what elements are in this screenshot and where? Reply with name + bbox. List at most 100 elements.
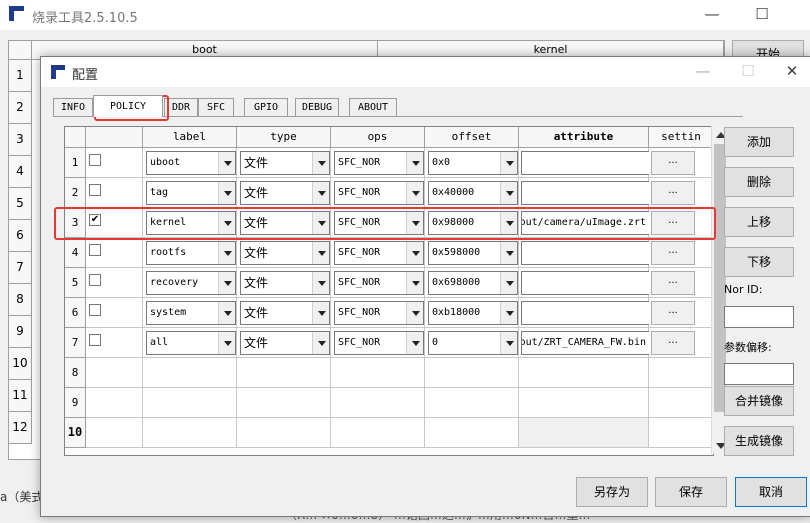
dialog-close-icon[interactable]: ✕: [773, 59, 810, 83]
setting-button[interactable]: ...: [651, 301, 695, 325]
chevron-down-icon[interactable]: [312, 302, 329, 324]
setting-button[interactable]: ...: [651, 211, 695, 235]
setting-button[interactable]: ...: [651, 181, 695, 205]
tab-debug[interactable]: DEBUG: [295, 98, 339, 117]
empty-cell[interactable]: [143, 418, 237, 448]
ops-combobox[interactable]: SFC_NOR: [334, 211, 424, 235]
chevron-down-icon[interactable]: [500, 212, 517, 234]
empty-cell[interactable]: [649, 388, 713, 418]
chevron-down-icon[interactable]: [218, 242, 235, 264]
chevron-down-icon[interactable]: [312, 182, 329, 204]
empty-cell[interactable]: [237, 358, 331, 388]
chevron-down-icon[interactable]: [500, 332, 517, 354]
empty-cell[interactable]: [425, 358, 519, 388]
empty-cell[interactable]: [237, 388, 331, 418]
move-up-button[interactable]: 上移: [724, 207, 794, 237]
dialog-minimize-icon[interactable]: —: [683, 59, 723, 83]
empty-cell[interactable]: [237, 418, 331, 448]
chevron-down-icon[interactable]: [500, 152, 517, 174]
offset-combobox[interactable]: 0x40000: [428, 181, 518, 205]
ops-combobox[interactable]: SFC_NOR: [334, 331, 424, 355]
row-checkbox[interactable]: [89, 274, 101, 286]
chevron-down-icon[interactable]: [500, 302, 517, 324]
chevron-down-icon[interactable]: [218, 272, 235, 294]
row-checkbox[interactable]: [89, 154, 101, 166]
chevron-down-icon[interactable]: [218, 182, 235, 204]
chevron-down-icon[interactable]: [218, 152, 235, 174]
tab-gpio[interactable]: GPIO: [244, 98, 288, 117]
label-combobox[interactable]: uboot: [146, 151, 236, 175]
chevron-down-icon[interactable]: [312, 272, 329, 294]
row-checkbox[interactable]: [89, 184, 101, 196]
chevron-down-icon[interactable]: [406, 302, 423, 324]
move-down-button[interactable]: 下移: [724, 247, 794, 277]
setting-button[interactable]: ...: [651, 271, 695, 295]
chevron-down-icon[interactable]: [406, 242, 423, 264]
add-button[interactable]: 添加: [724, 127, 794, 157]
setting-button[interactable]: ...: [651, 241, 695, 265]
empty-cell[interactable]: [649, 418, 713, 448]
type-combobox[interactable]: 文件: [240, 331, 330, 355]
attribute-field[interactable]: [521, 241, 650, 265]
offset-combobox[interactable]: 0: [428, 331, 518, 355]
chevron-down-icon[interactable]: [500, 182, 517, 204]
row-checkbox[interactable]: [89, 304, 101, 316]
empty-cell[interactable]: [519, 358, 649, 388]
ops-combobox[interactable]: SFC_NOR: [334, 271, 424, 295]
offset-combobox[interactable]: 0xb18000: [428, 301, 518, 325]
empty-cell[interactable]: [143, 388, 237, 418]
chevron-down-icon[interactable]: [406, 152, 423, 174]
empty-cell[interactable]: [425, 418, 519, 448]
attribute-field[interactable]: out/ZRT_CAMERA_FW.bin: [521, 331, 650, 355]
label-combobox[interactable]: system: [146, 301, 236, 325]
label-combobox[interactable]: kernel: [146, 211, 236, 235]
tab-ddr[interactable]: DDR: [164, 98, 198, 117]
attribute-field[interactable]: out/camera/uImage.zrt: [521, 211, 650, 235]
tab-about[interactable]: ABOUT: [349, 98, 397, 117]
merge-image-button[interactable]: 合并镜像: [724, 386, 794, 416]
empty-cell[interactable]: [425, 388, 519, 418]
chevron-down-icon[interactable]: [218, 302, 235, 324]
maximize-icon[interactable]: ☐: [742, 2, 782, 26]
type-combobox[interactable]: 文件: [240, 301, 330, 325]
generate-image-button[interactable]: 生成镜像: [724, 426, 794, 456]
type-combobox[interactable]: 文件: [240, 271, 330, 295]
ops-combobox[interactable]: SFC_NOR: [334, 241, 424, 265]
empty-cell[interactable]: [331, 418, 425, 448]
chevron-down-icon[interactable]: [406, 332, 423, 354]
chevron-down-icon[interactable]: [312, 242, 329, 264]
chevron-down-icon[interactable]: [500, 242, 517, 264]
offset-combobox[interactable]: 0x598000: [428, 241, 518, 265]
offset-combobox[interactable]: 0x98000: [428, 211, 518, 235]
empty-cell[interactable]: [86, 388, 143, 418]
chevron-down-icon[interactable]: [406, 182, 423, 204]
empty-cell-selected[interactable]: [519, 418, 649, 448]
chevron-down-icon[interactable]: [312, 152, 329, 174]
type-combobox[interactable]: 文件: [240, 151, 330, 175]
ops-combobox[interactable]: SFC_NOR: [334, 181, 424, 205]
row-checkbox-checked[interactable]: ✔: [89, 214, 101, 226]
setting-button[interactable]: ...: [651, 151, 695, 175]
nor-id-input[interactable]: [724, 306, 794, 328]
tab-policy[interactable]: POLICY: [93, 95, 163, 117]
delete-button[interactable]: 删除: [724, 167, 794, 197]
empty-cell[interactable]: [86, 358, 143, 388]
attribute-field[interactable]: [521, 301, 650, 325]
type-combobox[interactable]: 文件: [240, 211, 330, 235]
label-combobox[interactable]: tag: [146, 181, 236, 205]
label-combobox[interactable]: recovery: [146, 271, 236, 295]
chevron-down-icon[interactable]: [218, 332, 235, 354]
empty-cell[interactable]: [649, 358, 713, 388]
label-combobox[interactable]: rootfs: [146, 241, 236, 265]
empty-cell[interactable]: [331, 388, 425, 418]
type-combobox[interactable]: 文件: [240, 241, 330, 265]
tab-sfc[interactable]: SFC: [198, 98, 234, 117]
offset-combobox[interactable]: 0x698000: [428, 271, 518, 295]
empty-cell[interactable]: [143, 358, 237, 388]
type-combobox[interactable]: 文件: [240, 181, 330, 205]
empty-cell[interactable]: [519, 388, 649, 418]
offset-combobox[interactable]: 0x0: [428, 151, 518, 175]
minimize-icon[interactable]: —: [692, 2, 732, 26]
dialog-maximize-icon[interactable]: ☐: [728, 59, 768, 83]
param-offset-input[interactable]: [724, 363, 794, 385]
